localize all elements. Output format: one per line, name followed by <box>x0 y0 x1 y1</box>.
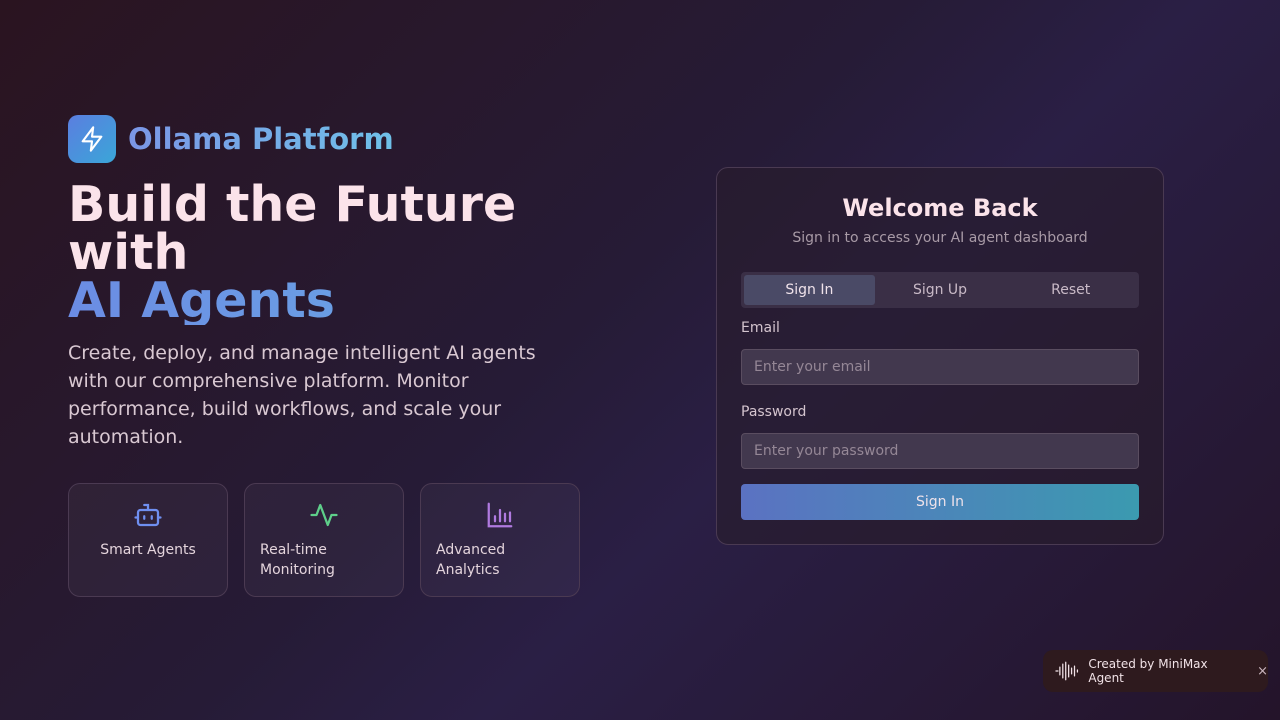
feature-card-analytics: Advanced Analytics <box>420 483 580 597</box>
feature-label: Advanced Analytics <box>436 542 506 578</box>
badge-text: Created by MiniMax Agent <box>1088 657 1208 685</box>
bar-chart-icon <box>487 502 513 528</box>
feature-label: Smart Agents <box>100 542 196 558</box>
email-label: Email <box>741 320 780 336</box>
hero-headline: Build the Future with AI Agents <box>68 176 588 325</box>
lightning-icon <box>68 115 116 163</box>
brand: Ollama Platform <box>68 115 588 163</box>
close-icon[interactable]: × <box>1257 664 1268 679</box>
auth-tabs: Sign In Sign Up Reset <box>741 272 1139 308</box>
auth-subtitle: Sign in to access your AI agent dashboar… <box>792 230 1088 246</box>
feature-card-smart-agents: Smart Agents <box>68 483 228 597</box>
created-by-badge: Created by MiniMax Agent × <box>1043 650 1268 692</box>
headline-line-2: with <box>68 224 189 281</box>
hero-description: Create, deploy, and manage intelligent A… <box>68 342 536 448</box>
brand-name: Ollama Platform <box>128 122 394 156</box>
tab-reset[interactable]: Reset <box>1005 275 1136 305</box>
headline-accent: AI Agents <box>68 276 588 325</box>
waveform-icon <box>1055 661 1079 681</box>
feature-list: Smart Agents Real-time Monitoring Advanc… <box>68 483 580 597</box>
tab-sign-in[interactable]: Sign In <box>744 275 875 305</box>
password-label: Password <box>741 404 807 420</box>
auth-title: Welcome Back <box>842 194 1038 222</box>
password-field[interactable] <box>741 433 1139 469</box>
feature-card-monitoring: Real-time Monitoring <box>244 483 404 597</box>
headline-line-1: Build the Future <box>68 176 517 233</box>
auth-card: Welcome Back Sign in to access your AI a… <box>716 167 1164 545</box>
activity-icon <box>310 503 338 527</box>
hero-section: Ollama Platform Build the Future with AI… <box>68 115 588 451</box>
sign-in-button[interactable]: Sign In <box>741 484 1139 520</box>
feature-label: Real-time Monitoring <box>260 542 335 578</box>
email-field[interactable] <box>741 349 1139 385</box>
robot-icon <box>134 503 162 527</box>
tab-sign-up[interactable]: Sign Up <box>875 275 1006 305</box>
